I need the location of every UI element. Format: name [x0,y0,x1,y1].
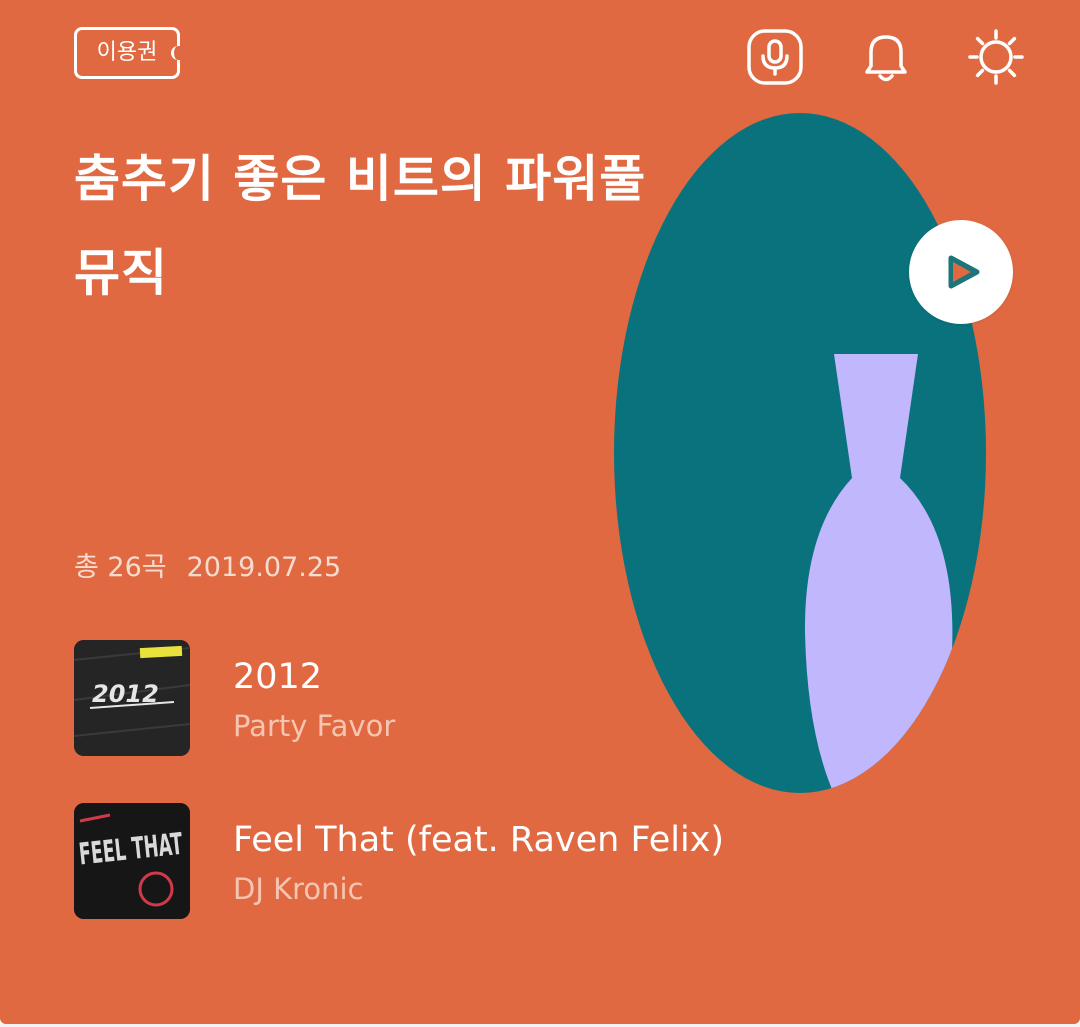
track-row[interactable]: FEEL THAT Feel That (feat. Raven Felix) … [74,803,834,919]
track-row[interactable]: 2012 2012 Party Favor [74,640,834,756]
bell-icon[interactable] [857,28,915,86]
playlist-card: 이용권 춤추기 좋은 비트의 파워풀 뮤직 총 26곡 2019.07.25 2… [0,0,1080,1024]
track-artist: DJ Kronic [233,872,364,906]
track-title: 2012 [233,657,323,697]
gear-icon[interactable] [967,28,1025,86]
playlist-meta: 총 26곡 2019.07.25 [74,548,341,588]
mic-icon[interactable] [746,28,804,86]
play-icon [948,255,980,289]
playlist-date: 2019.07.25 [186,552,342,583]
ticket-button[interactable]: 이용권 [74,27,183,79]
track-count: 총 26곡 [74,552,167,583]
playlist-title-line-1: 춤추기 좋은 비트의 파워풀 [74,150,647,208]
play-button[interactable] [909,220,1013,324]
playlist-title-line-2: 뮤직 [74,244,168,302]
track-title: Feel That (feat. Raven Felix) [233,820,725,860]
playlist-title: 춤추기 좋은 비트의 파워풀 뮤직 [74,132,874,320]
album-cover: 2012 [74,640,190,756]
ticket-button-label: 이용권 [96,40,158,65]
album-cover: FEEL THAT [74,803,190,919]
track-artist: Party Favor [233,709,396,743]
